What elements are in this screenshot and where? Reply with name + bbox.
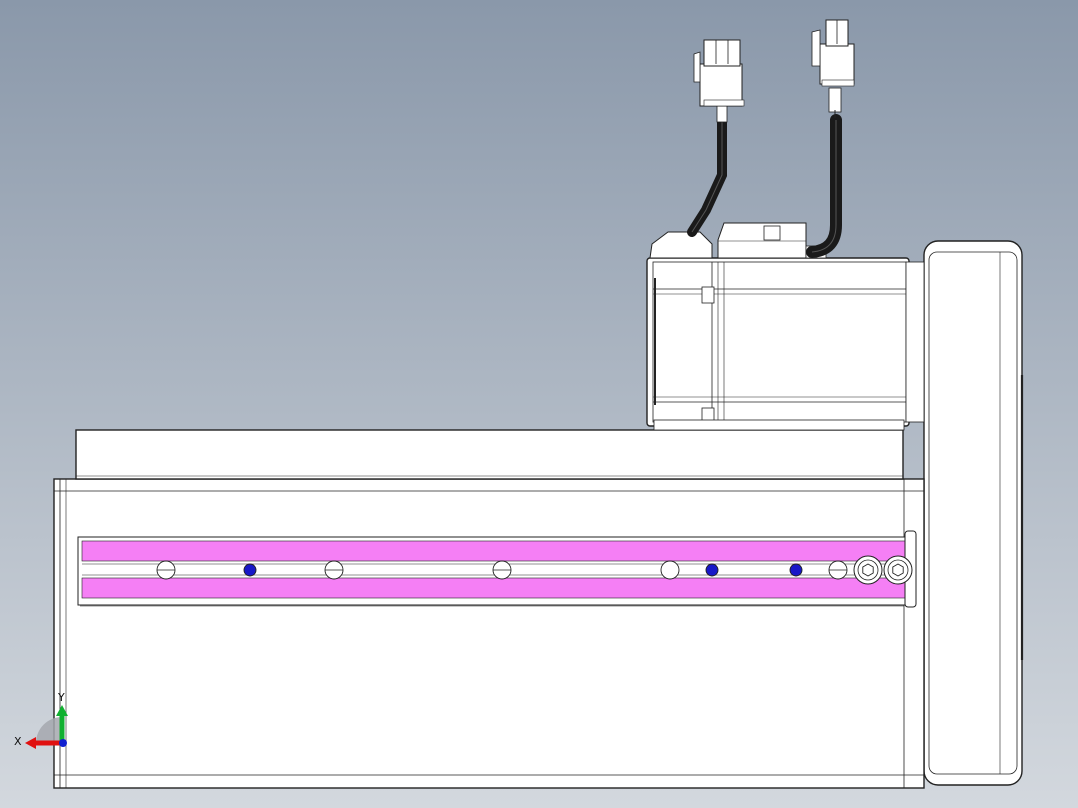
hex-socket [892, 563, 904, 577]
blue-locating-hole [705, 563, 719, 577]
actuator-base-body[interactable] [53, 478, 925, 789]
motor-body[interactable] [646, 257, 925, 431]
z-axis-dot [59, 739, 67, 747]
hex-socket [862, 563, 874, 577]
slot-band-bottom [81, 577, 911, 599]
carriage-top-plate[interactable] [75, 429, 904, 480]
cad-viewport[interactable]: X Y [0, 0, 1078, 808]
x-axis-label: X [14, 735, 22, 748]
motor-end-plate[interactable] [923, 240, 1024, 786]
cad-scene: X Y [0, 0, 1078, 808]
slot-band-top [81, 540, 911, 562]
y-axis-label: Y [57, 691, 65, 704]
blue-locating-hole [243, 563, 257, 577]
slot-screw-hole [660, 560, 680, 580]
blue-locating-hole [789, 563, 803, 577]
